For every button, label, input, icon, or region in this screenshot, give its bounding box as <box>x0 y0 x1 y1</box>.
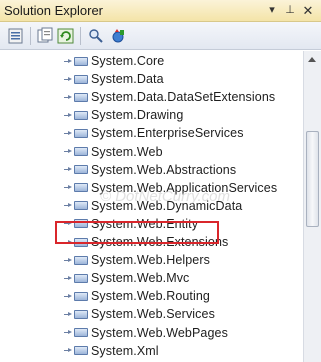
assembly-reference-icon <box>74 165 88 175</box>
tree-connector-icon <box>64 328 73 337</box>
copy-website-icon[interactable] <box>109 27 127 45</box>
reference-tree: System.Core System.Data System.Data.DataSe… <box>0 51 303 362</box>
reference-label: System.Web.Mvc <box>91 271 190 286</box>
reference-item[interactable]: System.Web.Routing <box>64 287 210 305</box>
properties-icon[interactable] <box>7 27 25 45</box>
tree-connector-icon <box>64 57 73 66</box>
assembly-reference-icon <box>74 110 88 120</box>
tree-connector-icon <box>64 147 73 156</box>
assembly-reference-icon <box>74 128 88 138</box>
tree-connector-icon <box>64 274 73 283</box>
reference-label: System.Data <box>91 72 164 87</box>
assembly-reference-icon <box>74 309 88 319</box>
assembly-reference-icon <box>74 201 88 211</box>
title-bar: Solution Explorer ▾ ⊥ ✕ <box>0 0 321 22</box>
assembly-reference-icon <box>74 92 88 102</box>
tree-connector-icon <box>64 93 73 102</box>
reference-item[interactable]: System.Core <box>64 52 164 70</box>
reference-label: System.Core <box>91 54 165 68</box>
tree-connector-icon <box>64 111 73 120</box>
highlight-annotation <box>55 221 219 244</box>
reference-item[interactable]: System.Web.Helpers <box>64 251 210 269</box>
tree-connector-icon <box>64 292 73 301</box>
refresh-icon[interactable] <box>57 27 75 45</box>
reference-label: System.Web.Routing <box>91 289 210 304</box>
reference-label: System.Data.DataSetExtensions <box>91 90 276 105</box>
reference-label: System.Web.Services <box>91 307 215 322</box>
reference-label: System.Xml <box>91 343 159 358</box>
toolbar-separator <box>30 27 31 45</box>
toolbar <box>0 22 321 50</box>
pin-icon[interactable]: ⊥ <box>283 3 297 18</box>
window-title: Solution Explorer <box>4 3 103 18</box>
reference-item[interactable]: System.EnterpriseServices <box>64 124 244 142</box>
reference-item[interactable]: System.Web.DynamicData <box>64 197 242 215</box>
reference-label: System.Drawing <box>91 108 184 123</box>
assembly-reference-icon <box>74 74 88 84</box>
reference-item[interactable]: System.Web.Abstractions <box>64 161 236 179</box>
close-icon[interactable]: ✕ <box>301 3 315 18</box>
reference-label: System.Web.Helpers <box>91 253 210 268</box>
assembly-reference-icon <box>74 273 88 283</box>
show-all-files-icon[interactable] <box>36 27 54 45</box>
assembly-reference-icon <box>74 346 88 356</box>
reference-label: System.Web.ApplicationServices <box>91 180 278 195</box>
reference-label: System.Web.WebPages <box>91 325 228 340</box>
reference-label: System.Web.DynamicData <box>91 198 243 213</box>
view-class-diagram-icon[interactable] <box>87 27 105 45</box>
assembly-reference-icon <box>74 183 88 193</box>
reference-item[interactable]: System.Xml <box>64 342 159 360</box>
reference-item[interactable]: System.Drawing <box>64 106 183 124</box>
assembly-reference-icon <box>74 56 88 66</box>
reference-label: System.EnterpriseServices <box>91 126 244 141</box>
reference-label: System.Web <box>91 144 163 159</box>
reference-item[interactable]: System.Web.Services <box>64 305 215 323</box>
tree-connector-icon <box>64 346 73 355</box>
tree-connector-icon <box>64 183 73 192</box>
scrollbar-thumb[interactable] <box>306 131 319 227</box>
assembly-reference-icon <box>74 328 88 337</box>
reference-item[interactable]: System.Data.DataSetExtensions <box>64 88 275 106</box>
reference-item[interactable]: System.Web.ApplicationServices <box>64 179 277 197</box>
tree-connector-icon <box>64 165 73 174</box>
assembly-reference-icon <box>74 291 88 301</box>
vertical-scrollbar[interactable] <box>303 51 321 362</box>
tree-connector-icon <box>64 201 73 210</box>
reference-label: System.Web.Abstractions <box>91 162 237 177</box>
reference-item[interactable]: System.Data <box>64 70 164 88</box>
assembly-reference-icon <box>74 147 88 156</box>
reference-item[interactable]: System.Web.Mvc <box>64 269 189 287</box>
scroll-up-icon[interactable] <box>308 57 316 62</box>
assembly-reference-icon <box>74 255 88 265</box>
reference-item[interactable]: System.Web <box>64 143 163 161</box>
solution-explorer-window: Solution Explorer ▾ ⊥ ✕ System.Core Syste… <box>0 0 321 362</box>
tree-connector-icon <box>64 256 73 265</box>
reference-item[interactable]: System.Web.WebPages <box>64 324 228 342</box>
toolbar-separator <box>80 27 81 45</box>
tree-connector-icon <box>64 310 73 319</box>
tree-connector-icon <box>64 75 73 84</box>
dropdown-icon[interactable]: ▾ <box>265 3 279 18</box>
tree-connector-icon <box>64 129 73 138</box>
